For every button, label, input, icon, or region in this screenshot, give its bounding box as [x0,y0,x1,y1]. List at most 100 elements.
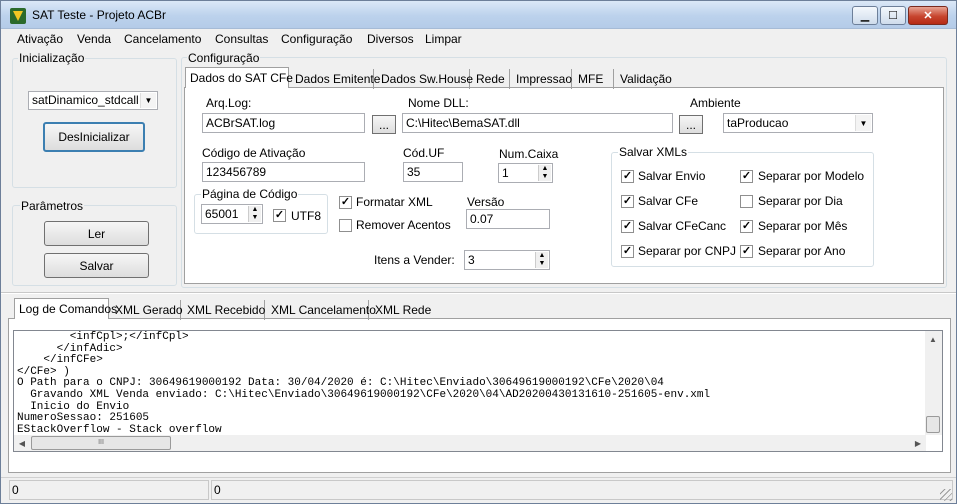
tab-dados-emitente[interactable]: Dados Emitente [291,69,380,89]
remover-acentos-label: Remover Acentos [356,218,451,232]
salvar-cfecanc-checkbox[interactable]: ✓ [621,220,634,233]
tab-validacao[interactable]: Validação [616,69,674,89]
itens-vender-value: 3 [468,253,475,267]
status-panel-right: 0 [211,480,953,500]
chevron-down-icon[interactable]: ▼ [140,93,156,108]
app-icon [10,8,26,24]
menu-configuracao[interactable]: Configuração [281,32,352,46]
scroll-up-icon[interactable]: ▲ [925,331,941,347]
init-group-label: Inicialização [18,51,86,65]
num-caixa-value: 1 [502,166,509,180]
spin-arrows-icon[interactable]: ▲ ▼ [535,252,548,268]
ambiente-label: Ambiente [690,96,741,110]
utf8-checkbox[interactable]: ✓ [273,209,286,222]
tab-dados-swhouse[interactable]: Dados Sw.House [377,69,473,89]
menu-ativacao[interactable]: Ativação [17,32,63,46]
salvar-xmls-label: Salvar XMLs [618,145,689,159]
remover-acentos-checkbox[interactable] [339,219,352,232]
scroll-grip-icon: III [98,439,104,446]
versao-input[interactable]: 0.07 [466,209,550,229]
tab-xml-cancelamento[interactable]: XML Cancelamento [267,300,376,320]
num-caixa-label: Num.Caixa [499,147,559,161]
utf8-label: UTF8 [291,209,321,223]
lib-select[interactable]: satDinamico_stdcall ▼ [28,91,158,110]
log-textarea[interactable]: <infCpl>;</infCpl> </infAdic> </infCFe> … [13,330,943,452]
cod-uf-label: Cód.UF [403,146,445,160]
minimize-button[interactable]: ▁ [852,6,878,25]
nome-dll-input[interactable]: C:\Hitec\BemaSAT.dll [402,113,673,133]
salvar-envio-label: Salvar Envio [638,169,706,183]
nome-dll-label: Nome DLL: [408,96,469,110]
lib-select-value: satDinamico_stdcall [32,93,139,107]
tab-impressao[interactable]: Impressao [512,69,572,89]
window-title: SAT Teste - Projeto ACBr [32,8,167,22]
codigo-ativacao-label: Código de Ativação [202,146,306,160]
tab-xml-gerado[interactable]: XML Gerado [111,300,183,320]
ler-button[interactable]: Ler [44,221,149,246]
codigo-ativacao-input[interactable]: 123456789 [202,162,365,182]
versao-label: Versão [467,195,505,209]
formatar-xml-label: Formatar XML [356,195,433,209]
ambiente-select[interactable]: taProducao ▼ [723,113,873,133]
title-bar: SAT Teste - Projeto ACBr ▁ ☐ ✕ [1,1,956,29]
config-group-label: Configuração [187,51,261,65]
salvar-button[interactable]: Salvar [44,253,149,278]
splitter[interactable] [1,292,956,294]
separar-dia-label: Separar por Dia [758,194,843,208]
separar-cnpj-checkbox[interactable]: ✓ [621,245,634,258]
salvar-envio-checkbox[interactable]: ✓ [621,170,634,183]
separar-modelo-checkbox[interactable]: ✓ [740,170,753,183]
tab-rede[interactable]: Rede [472,69,510,89]
pagina-codigo-label: Página de Código [201,187,299,201]
menu-consultas[interactable]: Consultas [215,32,268,46]
desinicializar-button[interactable]: DesInicializar [43,122,145,152]
ambiente-value: taProducao [727,116,789,130]
main-window: SAT Teste - Projeto ACBr ▁ ☐ ✕ Ativação … [0,0,957,504]
menu-limpar[interactable]: Limpar [425,32,462,46]
resize-grip-icon[interactable] [940,489,952,501]
vertical-scroll-thumb[interactable] [926,416,940,433]
separar-modelo-label: Separar por Modelo [758,169,865,183]
tab-mfe[interactable]: MFE [574,69,614,89]
status-bar: 0 0 [1,477,956,503]
maximize-button[interactable]: ☐ [880,6,906,25]
num-caixa-stepper[interactable]: 1 ▲ ▼ [498,163,553,183]
scroll-left-icon[interactable]: ◀ [14,435,30,451]
params-group-label: Parâmetros [20,199,85,213]
vertical-scrollbar[interactable]: ▲ [925,331,942,435]
horizontal-scrollbar[interactable]: ◀ III ▶ [14,435,926,451]
separar-ano-label: Separar por Ano [758,244,846,258]
arq-log-label: Arq.Log: [206,96,252,110]
horizontal-scroll-thumb[interactable]: III [31,436,171,450]
separar-mes-checkbox[interactable]: ✓ [740,220,753,233]
separar-mes-label: Separar por Mês [758,219,848,233]
arq-log-input[interactable]: ACBrSAT.log [202,113,365,133]
dll-browse-button[interactable]: ... [679,115,703,134]
status-panel-left: 0 [9,480,209,500]
formatar-xml-checkbox[interactable]: ✓ [339,196,352,209]
salvar-cfe-checkbox[interactable]: ✓ [621,195,634,208]
separar-dia-checkbox[interactable] [740,195,753,208]
menu-cancelamento[interactable]: Cancelamento [124,32,201,46]
menu-bar: Ativação Venda Cancelamento Consultas Co… [1,29,956,49]
tab-log-comandos[interactable]: Log de Comandos [14,298,117,319]
spin-arrows-icon[interactable]: ▲ ▼ [538,165,551,181]
tab-dados-sat[interactable]: Dados do SAT CFe [185,67,293,88]
cod-uf-input[interactable]: 35 [403,162,463,182]
arq-log-browse-button[interactable]: ... [372,115,396,134]
pagina-codigo-value: 65001 [205,207,239,221]
spin-arrows-icon[interactable]: ▲ ▼ [248,206,261,222]
itens-vender-stepper[interactable]: 3 ▲ ▼ [464,250,550,270]
separar-ano-checkbox[interactable]: ✓ [740,245,753,258]
menu-diversos[interactable]: Diversos [367,32,414,46]
log-text: <infCpl>;</infCpl> </infAdic> </infCFe> … [17,331,711,436]
chevron-down-icon[interactable]: ▼ [855,115,871,131]
tab-xml-recebido[interactable]: XML Recebido [183,300,265,320]
salvar-cfe-label: Salvar CFe [638,194,699,208]
pagina-codigo-stepper[interactable]: 65001 ▲ ▼ [201,204,263,224]
close-button[interactable]: ✕ [908,6,948,25]
tab-xml-rede[interactable]: XML Rede [371,300,431,320]
menu-venda[interactable]: Venda [77,32,111,46]
separar-cnpj-label: Separar por CNPJ [638,244,737,258]
scroll-right-icon[interactable]: ▶ [910,435,926,451]
